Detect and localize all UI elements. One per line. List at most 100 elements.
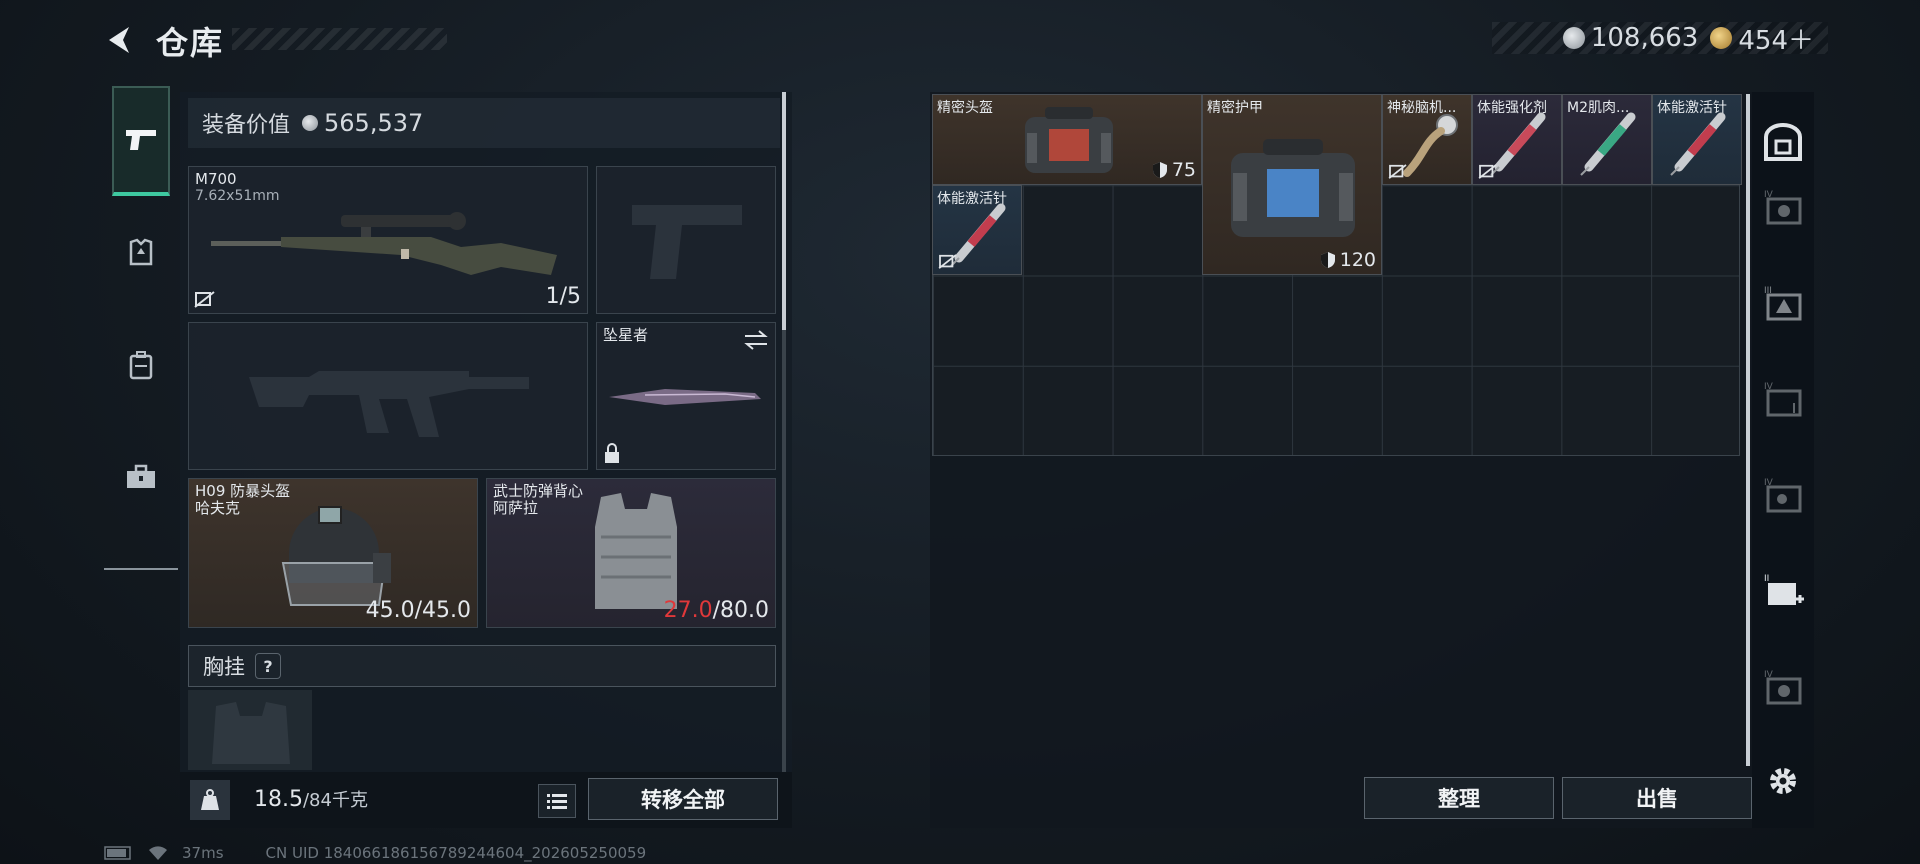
ping-text: 37ms: [182, 844, 224, 862]
armor-value: 75: [1171, 159, 1196, 181]
battery-icon: [104, 846, 131, 860]
case-tab-6[interactable]: IV: [1758, 662, 1808, 712]
magazine-count: 1/5: [545, 284, 581, 309]
no-insure-icon: [1478, 164, 1497, 179]
title-decoration: [232, 28, 447, 50]
armor-brand: 阿萨拉: [493, 499, 539, 518]
storage-scroll-thumb[interactable]: [1746, 94, 1750, 766]
equipment-value: 565,537: [324, 109, 424, 137]
storage-item[interactable]: 精密护甲 120: [1202, 94, 1382, 275]
weapon-name: M700: [195, 170, 237, 188]
currency-bar: 108,663 454＋: [1492, 20, 1828, 57]
no-insure-icon: [194, 291, 215, 308]
syringe-image: [1580, 112, 1636, 176]
back-button[interactable]: [100, 20, 140, 60]
safe-box-icon: [1764, 123, 1802, 161]
tier-iv-case-icon: IV: [1764, 190, 1802, 225]
syringe-image: [1670, 112, 1726, 176]
transfer-all-button[interactable]: 转移全部: [588, 778, 778, 820]
gold-currency[interactable]: 454＋: [1710, 20, 1814, 57]
case-tab-4[interactable]: IV: [1758, 470, 1808, 520]
melee-name: 坠星者: [603, 326, 649, 344]
gold-amount: 454＋: [1738, 25, 1814, 56]
chest-rig-silhouette-icon: [212, 702, 290, 764]
armor-durability: 27.0/80.0: [663, 598, 769, 623]
storage-item[interactable]: 体能激活针: [932, 185, 1022, 275]
silver-currency: 108,663: [1562, 23, 1699, 53]
case-tab-2[interactable]: III: [1758, 278, 1808, 328]
lock-icon: [605, 443, 619, 463]
settings-gear-icon: [1770, 768, 1796, 794]
armor-icon: [129, 238, 153, 266]
sell-button[interactable]: 出售: [1562, 777, 1752, 819]
equipment-value-label: 装备价值: [202, 113, 291, 138]
weight-current: 18.5: [254, 787, 303, 812]
silver-coin-icon: [302, 115, 319, 131]
storage-item[interactable]: 体能激活针: [1652, 94, 1742, 185]
rifle-silhouette-icon: [249, 371, 529, 437]
tier-iv-device-icon: IV: [1764, 478, 1802, 513]
list-icon: [547, 794, 567, 809]
chest-rig-slot-empty[interactable]: [188, 690, 312, 770]
item-name: 精密护甲: [1207, 100, 1263, 116]
silver-amount: 108,663: [1590, 23, 1699, 53]
help-button[interactable]: ?: [255, 653, 281, 679]
knife-image: [609, 389, 761, 405]
body-armor-slot[interactable]: 武士防弹背心 阿萨拉 27.0/80.0: [486, 478, 776, 628]
chest-rig-label: 胸挂: [203, 655, 245, 679]
helmet-durability: 45.0/45.0: [365, 598, 471, 623]
equipment-value-bar: 装备价值 565,537: [188, 98, 780, 148]
svg-text:II: II: [1764, 574, 1769, 584]
storage-item[interactable]: 体能强化剂: [1472, 94, 1562, 185]
tab-toolbox[interactable]: [112, 422, 170, 532]
helmet-slot[interactable]: H09 防暴头盔 哈夫克 45.0/45.0: [188, 478, 478, 628]
armor-class-icon: [1152, 162, 1167, 178]
tier-ii-medkit-icon: II: [1764, 574, 1804, 605]
sort-button[interactable]: 整理: [1364, 777, 1554, 819]
status-bar: 37ms CN UID 184066186156789244604_202605…: [104, 844, 646, 862]
sidearm-slot-empty[interactable]: [596, 166, 776, 314]
left-tab-bar: [104, 86, 178, 570]
loadout-scroll-thumb[interactable]: [782, 92, 786, 330]
pistol-silhouette-icon: [632, 205, 742, 279]
secondary-weapon-slot-empty[interactable]: [188, 322, 588, 470]
no-insure-icon: [938, 254, 957, 269]
case-tab-5[interactable]: II: [1758, 566, 1808, 616]
sniper-rifle-image: [211, 212, 557, 275]
tier-iii-case-icon: III: [1764, 286, 1802, 321]
back-arrow-icon: [109, 27, 129, 53]
riot-helmet-image: [281, 506, 391, 606]
armor-name: 武士防弹背心: [493, 482, 584, 500]
backpack-icon: [129, 351, 153, 380]
primary-weapon-slot[interactable]: M700 7.62x51mm 1/5: [188, 166, 588, 314]
helmet-case-image: [1025, 107, 1113, 173]
item-name: 精密头盔: [937, 100, 993, 116]
silver-coin-icon: [1562, 27, 1585, 49]
armor-class-icon: [1320, 252, 1335, 268]
melee-slot[interactable]: 坠星者: [596, 322, 776, 470]
page-title: 仓库: [156, 24, 225, 62]
armor-value: 120: [1339, 249, 1376, 271]
storage-item[interactable]: 精密头盔 75: [932, 94, 1202, 185]
case-tab-3[interactable]: IV: [1758, 374, 1808, 424]
list-view-button[interactable]: [538, 784, 576, 818]
gold-coin-icon: [1710, 27, 1733, 49]
tab-armor[interactable]: [112, 198, 170, 308]
wifi-icon: [149, 846, 167, 860]
settings-button[interactable]: [1758, 756, 1808, 806]
weight-icon: [190, 780, 230, 820]
armor-case-image: [1231, 139, 1355, 237]
toolbox-icon: [127, 464, 155, 488]
weight-capacity: /84千克: [302, 790, 368, 811]
case-tab-1[interactable]: IV: [1758, 182, 1808, 232]
no-insure-icon: [1388, 164, 1407, 179]
chest-rig-header: 胸挂 ?: [188, 645, 776, 687]
swap-icon[interactable]: [743, 329, 769, 351]
pistol-icon: [126, 130, 156, 150]
storage-item[interactable]: 神秘脑机...: [1382, 94, 1472, 185]
tab-backpack[interactable]: [112, 310, 170, 420]
safe-box-tab[interactable]: [1758, 118, 1808, 168]
tier-iv-folder-icon: IV: [1764, 382, 1802, 417]
tab-weapons[interactable]: [112, 86, 170, 196]
storage-item[interactable]: M2肌肉...: [1562, 94, 1652, 185]
